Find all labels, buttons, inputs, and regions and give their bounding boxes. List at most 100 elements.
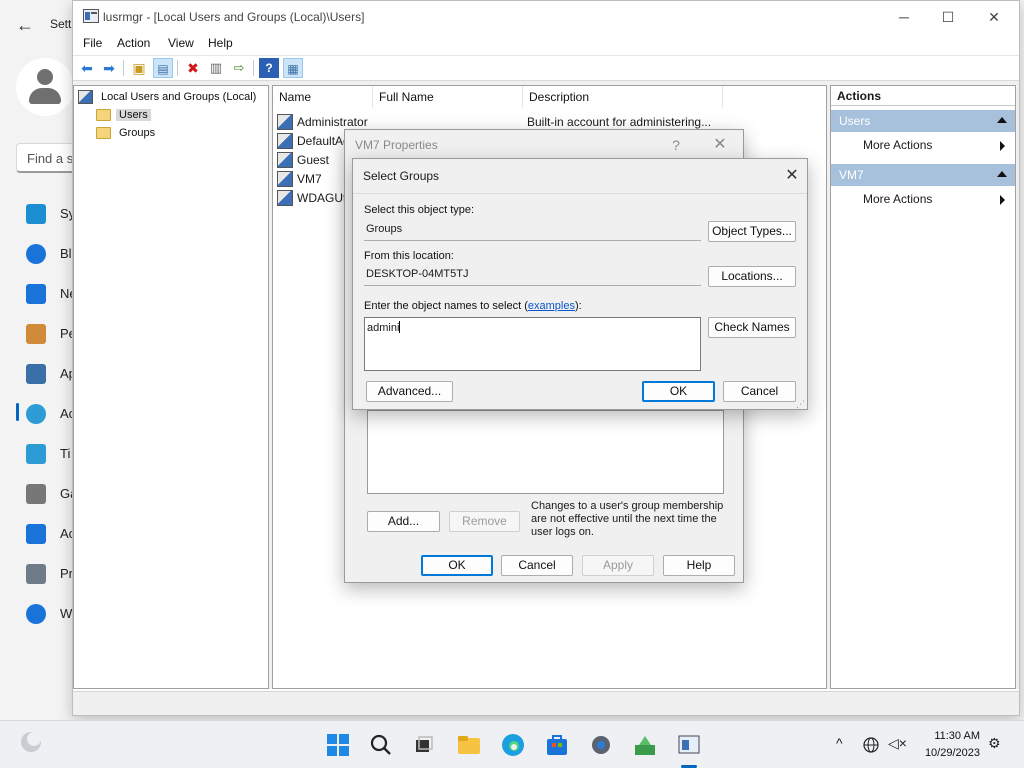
lusrmgr-taskbar-icon[interactable] bbox=[675, 731, 703, 759]
back-arrow-icon[interactable]: ← bbox=[14, 14, 36, 36]
task-view-icon[interactable] bbox=[410, 731, 438, 759]
title-separator bbox=[353, 193, 807, 194]
more-actions-users[interactable]: More Actions bbox=[831, 134, 1015, 156]
remove-group-button[interactable]: Remove bbox=[449, 511, 520, 532]
user-account-icon bbox=[277, 171, 293, 187]
properties-ok-button[interactable]: OK bbox=[421, 555, 493, 576]
select-groups-cancel-button[interactable]: Cancel bbox=[723, 381, 796, 402]
clock-date[interactable]: 10/29/2023 bbox=[925, 747, 980, 759]
settings-nav-item[interactable]: Ti bbox=[0, 440, 72, 468]
microsoft-store-icon[interactable] bbox=[543, 731, 571, 759]
close-icon[interactable]: ✕ bbox=[971, 1, 1017, 33]
weather-widget-icon[interactable] bbox=[18, 729, 44, 755]
minimize-icon[interactable]: ─ bbox=[881, 1, 927, 33]
edge-browser-icon[interactable] bbox=[499, 731, 527, 759]
lusrmgr-app-icon bbox=[83, 9, 99, 23]
show-hide-tree-icon[interactable]: ▤ bbox=[153, 58, 173, 78]
select-groups-ok-button[interactable]: OK bbox=[642, 381, 715, 402]
object-names-input[interactable]: admini bbox=[364, 317, 701, 371]
toolbar-separator bbox=[123, 60, 124, 76]
settings-nav-item[interactable]: Ga bbox=[0, 480, 77, 508]
resize-grip-icon[interactable]: ⋰ bbox=[796, 400, 805, 409]
local-users-groups-icon bbox=[78, 90, 93, 104]
more-actions-vm7[interactable]: More Actions bbox=[831, 188, 1015, 210]
up-folder-icon[interactable]: ▣ bbox=[129, 58, 149, 78]
settings-gear-icon[interactable] bbox=[587, 731, 615, 759]
settings-nav-item[interactable]: Ne bbox=[0, 280, 77, 308]
properties-cancel-button[interactable]: Cancel bbox=[501, 555, 573, 576]
actions-group-label: VM7 bbox=[839, 168, 864, 182]
properties-help-button[interactable]: Help bbox=[663, 555, 735, 576]
settings-nav-item[interactable]: Pe bbox=[0, 320, 76, 348]
settings-nav-item[interactable]: Sy bbox=[0, 200, 75, 228]
member-of-list[interactable] bbox=[367, 410, 724, 494]
close-icon[interactable]: ✕ bbox=[777, 163, 807, 189]
user-account-icon bbox=[277, 152, 293, 168]
file-explorer-icon[interactable] bbox=[455, 731, 483, 759]
dialog-title: Select Groups bbox=[363, 169, 440, 183]
delete-icon[interactable]: ✖ bbox=[183, 58, 203, 78]
export-list-icon[interactable]: ⇨ bbox=[229, 58, 249, 78]
check-names-button[interactable]: Check Names bbox=[708, 317, 796, 338]
collapse-up-icon[interactable] bbox=[997, 117, 1007, 123]
settings-search-input[interactable]: Find a s bbox=[16, 143, 76, 173]
network-globe-icon[interactable] bbox=[862, 736, 880, 754]
start-icon[interactable] bbox=[324, 731, 352, 759]
chevron-up-icon[interactable]: ^ bbox=[836, 735, 843, 751]
settings-title: Sett bbox=[50, 17, 72, 31]
menu-help[interactable]: Help bbox=[208, 36, 233, 50]
advanced-button[interactable]: Advanced... bbox=[366, 381, 453, 402]
object-type-field: Groups bbox=[364, 220, 701, 241]
actions-pane: Actions Users More Actions VM7 More Acti… bbox=[830, 85, 1016, 689]
menu-view[interactable]: View bbox=[168, 36, 194, 50]
forward-icon[interactable]: ➡ bbox=[99, 58, 119, 78]
actions-group-vm7[interactable]: VM7 bbox=[831, 164, 1015, 186]
column-header-full-name[interactable]: Full Name bbox=[373, 86, 523, 108]
collapse-up-icon[interactable] bbox=[997, 171, 1007, 177]
more-actions-label: More Actions bbox=[863, 192, 933, 206]
actions-group-users[interactable]: Users bbox=[831, 110, 1015, 132]
back-icon[interactable]: ⬅ bbox=[77, 58, 97, 78]
properties-icon[interactable]: ▥ bbox=[206, 58, 226, 78]
settings-nav-item[interactable]: Ac bbox=[0, 520, 75, 548]
clock-time[interactable]: 11:30 AM bbox=[934, 730, 980, 742]
settings-nav-label: Ti bbox=[60, 446, 71, 461]
settings-nav-item[interactable]: Bl bbox=[0, 240, 72, 268]
menu-action[interactable]: Action bbox=[117, 36, 150, 50]
settings-nav-item[interactable]: Pr bbox=[0, 560, 73, 588]
object-types-button[interactable]: Object Types... bbox=[708, 221, 796, 242]
gaming-icon bbox=[26, 484, 46, 504]
object-type-label: Select this object type: bbox=[364, 204, 475, 216]
user-name-cell: Guest bbox=[297, 153, 330, 167]
properties-apply-button[interactable]: Apply bbox=[582, 555, 654, 576]
menu-file[interactable]: File bbox=[83, 36, 102, 50]
privacy-shield-icon bbox=[26, 564, 46, 584]
folder-icon bbox=[96, 127, 111, 139]
help-icon[interactable]: ? bbox=[259, 58, 279, 78]
user-account-icon bbox=[277, 114, 293, 130]
settings-nav-item[interactable]: Ac bbox=[0, 400, 75, 428]
accounts-icon bbox=[26, 404, 46, 424]
column-header-name[interactable]: Name bbox=[273, 86, 373, 108]
volume-muted-icon[interactable]: ◁× bbox=[888, 735, 907, 752]
maximize-icon[interactable]: ☐ bbox=[925, 1, 971, 33]
status-bar bbox=[73, 691, 1019, 715]
help-question-icon[interactable]: ? bbox=[661, 132, 691, 158]
settings-nav-item[interactable]: W bbox=[0, 600, 72, 628]
add-group-button[interactable]: Add... bbox=[367, 511, 440, 532]
locations-button[interactable]: Locations... bbox=[708, 266, 796, 287]
taskbar: ^ ◁× 11:30 AM 10/29/2023 ⚙ bbox=[0, 720, 1024, 768]
user-name-cell: WDAGUti bbox=[297, 191, 349, 205]
avatar[interactable] bbox=[16, 58, 74, 116]
settings-nav-item[interactable]: Ap bbox=[0, 360, 76, 388]
close-icon[interactable]: ✕ bbox=[705, 132, 735, 158]
toolbar-separator bbox=[253, 60, 254, 76]
computer-management-icon[interactable] bbox=[631, 731, 659, 759]
examples-link[interactable]: examples bbox=[528, 300, 575, 312]
column-header-description[interactable]: Description bbox=[523, 86, 723, 108]
user-name-cell: DefaultAc bbox=[297, 134, 350, 148]
show-action-pane-icon[interactable]: ▦ bbox=[283, 58, 303, 78]
actions-group-label: Users bbox=[839, 114, 871, 128]
notification-icon[interactable]: ⚙ bbox=[988, 735, 1001, 752]
search-icon[interactable] bbox=[367, 731, 395, 759]
